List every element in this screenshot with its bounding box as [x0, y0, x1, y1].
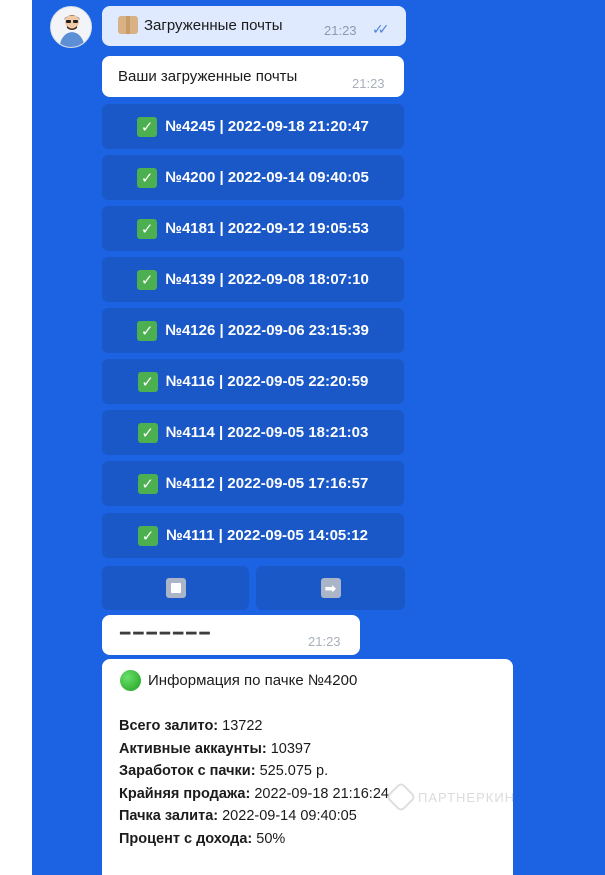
message-time: 21:23 — [324, 23, 357, 38]
info-heading: Информация по пачке №4200 — [120, 670, 357, 691]
check-mark-icon: ✓ — [137, 473, 158, 494]
batch-button-label: №4181 | 2022-09-12 19:05:53 — [165, 220, 369, 237]
bot-message[interactable]: Ваши загруженные почты 21:23 — [102, 56, 404, 97]
batch-button-4112[interactable]: ✓ №4112 | 2022-09-05 17:16:57 — [102, 461, 404, 506]
separator-text: ━━━━━━━ — [120, 624, 213, 643]
check-mark-icon: ✓ — [138, 525, 159, 546]
batch-info-message[interactable]: Информация по пачке №4200 Всего залито: … — [102, 659, 513, 875]
batch-button-4200[interactable]: ✓ №4200 | 2022-09-14 09:40:05 — [102, 155, 404, 200]
batch-button-4111[interactable]: ✓ №4111 | 2022-09-05 14:05:12 — [102, 513, 404, 558]
info-lines: Всего залито: 13722 Активные аккаунты: 1… — [119, 715, 389, 850]
check-mark-icon: ✓ — [137, 320, 158, 341]
info-value: 525.075 р. — [255, 763, 329, 779]
check-mark-icon: ✓ — [137, 422, 158, 443]
info-label: Активные аккаунты: — [119, 740, 267, 757]
watermark-logo-icon — [385, 781, 417, 813]
right-arrow-icon: ➡ — [320, 578, 341, 598]
stop-button[interactable] — [102, 566, 249, 610]
info-label: Пачка залита: — [119, 808, 219, 824]
package-icon — [118, 16, 138, 34]
batch-button-label: №4112 | 2022-09-05 17:16:57 — [165, 475, 369, 492]
info-label: Процент с дохода: — [119, 830, 253, 847]
stop-icon — [165, 578, 186, 598]
info-value: 2022-09-18 21:16:24 — [250, 785, 389, 802]
info-line-active: Активные аккаунты: 10397 — [119, 738, 389, 761]
outgoing-message-content: Загруженные почты — [118, 16, 283, 34]
info-line-earnings: Заработок с пачки: 525.075 р. — [119, 760, 389, 783]
batch-button-label: №4200 | 2022-09-14 09:40:05 — [165, 169, 369, 186]
info-line-last-sale: Крайняя продажа: 2022-09-18 21:16:24 — [119, 783, 389, 806]
message-time: 21:23 — [352, 76, 385, 91]
separator-message[interactable]: ━━━━━━━ 21:23 — [102, 615, 360, 655]
check-mark-icon: ✓ — [137, 218, 158, 239]
info-label: Всего залито: — [119, 718, 219, 734]
batch-button-label: №4114 | 2022-09-05 18:21:03 — [165, 424, 369, 441]
info-line-percent: Процент с дохода: 50% — [119, 828, 389, 851]
outgoing-message-text: Загруженные почты — [144, 16, 283, 34]
batch-button-4245[interactable]: ✓ №4245 | 2022-09-18 21:20:47 — [102, 104, 404, 149]
check-mark-icon: ✓ — [137, 371, 158, 392]
watermark: ПАРТНЕРКИН — [385, 781, 516, 813]
batch-button-4116[interactable]: ✓ №4116 | 2022-09-05 22:20:59 — [102, 359, 404, 404]
info-value: 10397 — [266, 740, 312, 757]
batch-button-4114[interactable]: ✓ №4114 | 2022-09-05 18:21:03 — [102, 410, 404, 455]
info-value: 50% — [252, 830, 286, 847]
batch-button-label: №4126 | 2022-09-06 23:15:39 — [165, 322, 369, 339]
info-label: Заработок с пачки: — [119, 763, 256, 779]
batch-button-label: №4111 | 2022-09-05 14:05:12 — [166, 527, 368, 544]
info-value: 13722 — [218, 718, 263, 734]
check-mark-icon: ✓ — [137, 167, 158, 188]
batch-button-4181[interactable]: ✓ №4181 | 2022-09-12 19:05:53 — [102, 206, 404, 251]
info-value: 2022-09-14 09:40:05 — [218, 808, 357, 824]
message-time: 21:23 — [308, 634, 341, 649]
info-line-total: Всего залито: 13722 — [119, 715, 389, 738]
user-avatar[interactable] — [50, 6, 92, 48]
batch-button-label: №4116 | 2022-09-05 22:20:59 — [165, 373, 369, 390]
next-page-button[interactable]: ➡ — [256, 566, 405, 610]
batch-button-4139[interactable]: ✓ №4139 | 2022-09-08 18:07:10 — [102, 257, 404, 302]
check-mark-icon: ✓ — [137, 116, 158, 137]
watermark-text: ПАРТНЕРКИН — [418, 789, 516, 805]
info-line-uploaded: Пачка залита: 2022-09-14 09:40:05 — [119, 805, 389, 828]
avatar-illustration — [59, 15, 85, 47]
batch-button-label: №4245 | 2022-09-18 21:20:47 — [165, 118, 369, 135]
double-check-icon: ✓✓ — [372, 21, 390, 37]
outgoing-message[interactable]: Загруженные почты 21:23 ✓✓ — [102, 6, 406, 46]
bot-message-text: Ваши загруженные почты — [118, 68, 298, 85]
info-label: Крайняя продажа: — [119, 785, 251, 802]
green-circle-icon — [120, 670, 141, 691]
batch-button-4126[interactable]: ✓ №4126 | 2022-09-06 23:15:39 — [102, 308, 404, 353]
check-mark-icon: ✓ — [137, 269, 158, 290]
info-heading-text: Информация по пачке №4200 — [148, 672, 358, 689]
batch-button-label: №4139 | 2022-09-08 18:07:10 — [165, 271, 369, 288]
